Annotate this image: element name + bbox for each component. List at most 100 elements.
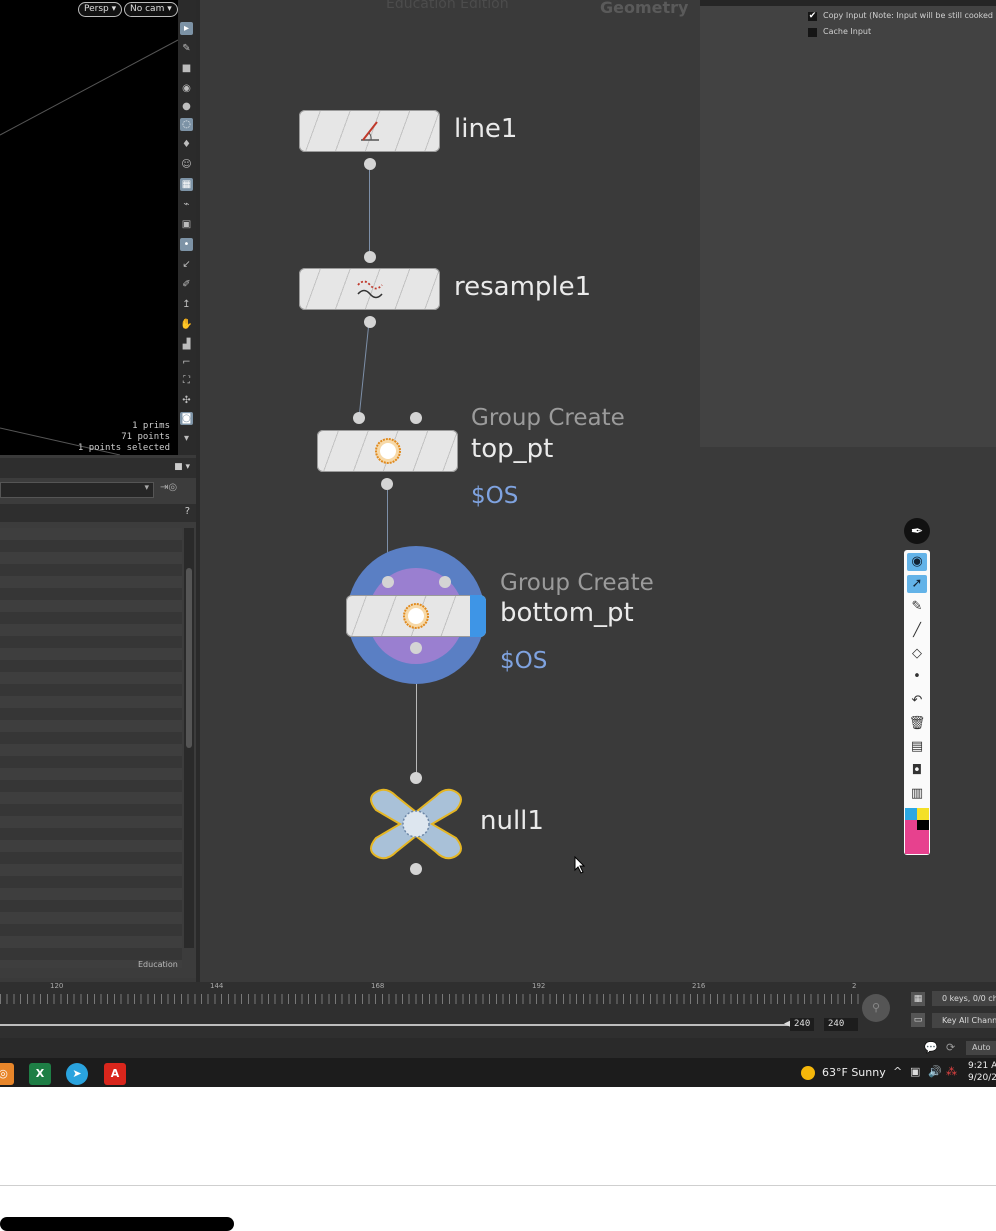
node-top_pt[interactable] bbox=[317, 430, 458, 472]
stamp-icon[interactable]: ▟ bbox=[180, 338, 193, 351]
display-flag[interactable] bbox=[470, 595, 486, 637]
node-line1[interactable] bbox=[299, 110, 440, 152]
table-scrollbar[interactable] bbox=[184, 528, 194, 948]
key-all-channels-button[interactable]: Key All Channe bbox=[932, 1013, 996, 1028]
light-icon[interactable]: ◌ bbox=[180, 118, 193, 131]
network-icon[interactable]: ▣ bbox=[910, 1065, 920, 1078]
chevron-up-icon[interactable]: ^ bbox=[893, 1065, 902, 1078]
scene-viewport[interactable]: Persp ▾ No cam ▾ 1 prims 71 points 1 poi… bbox=[0, 0, 178, 455]
end-frame-field[interactable]: 240 bbox=[790, 1018, 815, 1031]
output-port[interactable] bbox=[364, 158, 376, 170]
timeline[interactable]: 120 144 168 192 216 2 ◀ 240 240 ⚲ ▦ ▭ 0 … bbox=[0, 982, 996, 1038]
camera-icon[interactable]: ◘ bbox=[907, 762, 927, 780]
arrow-icon[interactable]: ↙ bbox=[180, 258, 193, 271]
color-swatch-cyan[interactable] bbox=[905, 808, 917, 820]
refresh-icon[interactable]: ⟳ bbox=[946, 1041, 955, 1054]
black-bar bbox=[0, 1217, 234, 1231]
auto-update-button[interactable]: Auto bbox=[966, 1041, 996, 1055]
eye-icon[interactable]: ◉ bbox=[180, 82, 193, 95]
help-icon[interactable]: ? bbox=[185, 506, 190, 517]
brush-icon[interactable]: ⌁ bbox=[180, 198, 193, 211]
input-port-1[interactable] bbox=[382, 576, 394, 588]
weather-text[interactable]: 63°F Sunny bbox=[822, 1066, 886, 1079]
clock[interactable]: 9:21 A 9/20/2 bbox=[968, 1060, 996, 1084]
input-port[interactable] bbox=[364, 251, 376, 263]
pane-menu-icon[interactable]: ■ ▾ bbox=[174, 462, 190, 472]
bulb-icon[interactable]: ♦ bbox=[180, 138, 193, 151]
pane-subheader: ? bbox=[0, 504, 196, 522]
houdini-app-icon[interactable]: ◎ bbox=[0, 1063, 14, 1085]
current-color[interactable] bbox=[905, 830, 929, 854]
display-icon[interactable]: ◙ bbox=[180, 412, 193, 425]
output-port[interactable] bbox=[364, 316, 376, 328]
color-swatch-magenta[interactable] bbox=[905, 820, 917, 830]
input-port[interactable] bbox=[410, 772, 422, 784]
key-icon[interactable]: ⚲ bbox=[862, 994, 890, 1022]
wire-resample1-top_pt[interactable] bbox=[355, 322, 375, 418]
volume-icon[interactable]: 🔊 bbox=[928, 1065, 942, 1078]
pointer-icon[interactable]: ➚ bbox=[907, 575, 927, 593]
info-icon[interactable]: ▾ bbox=[180, 432, 193, 445]
clipboard-icon[interactable]: ▥ bbox=[907, 785, 927, 803]
output-port[interactable] bbox=[381, 478, 393, 490]
viewport-geometry-lines bbox=[0, 39, 178, 455]
input-port-2[interactable] bbox=[410, 412, 422, 424]
pen-icon[interactable]: ✐ bbox=[180, 278, 193, 291]
grid-icon[interactable]: ▦ bbox=[180, 178, 193, 191]
output-port[interactable] bbox=[410, 642, 422, 654]
tick-label: 216 bbox=[692, 982, 706, 990]
input-port-1[interactable] bbox=[353, 412, 365, 424]
wire-line1-resample1[interactable] bbox=[369, 170, 370, 256]
eye-icon[interactable]: ◉ bbox=[907, 553, 927, 571]
frame-ruler[interactable] bbox=[0, 994, 860, 1004]
mouse-cursor-icon bbox=[574, 856, 586, 874]
eraser-icon[interactable]: ◇ bbox=[907, 645, 927, 663]
color-swatch-black[interactable] bbox=[917, 820, 929, 830]
frame-icon[interactable]: ⛶ bbox=[180, 374, 193, 387]
chevron-down-icon: ▾ bbox=[144, 483, 149, 493]
pin-icon[interactable]: ⇥◎ bbox=[160, 482, 177, 493]
pen-icon[interactable]: ╱ bbox=[907, 622, 927, 640]
node-type-bottom_pt: Group Create bbox=[500, 570, 654, 596]
time-text: 9:21 A bbox=[968, 1061, 996, 1071]
playback-range-bar[interactable] bbox=[0, 1024, 790, 1026]
undo-icon[interactable]: ↶ bbox=[907, 692, 927, 710]
cache-input-checkbox[interactable] bbox=[808, 28, 817, 37]
node-bottom_pt[interactable] bbox=[346, 595, 486, 637]
sphere-icon[interactable]: ● bbox=[180, 100, 193, 113]
telegram-icon[interactable]: ➤ bbox=[66, 1063, 88, 1085]
keyframe-icon[interactable]: ▦ bbox=[911, 992, 925, 1006]
hand-icon[interactable]: ✋ bbox=[180, 318, 193, 331]
pose-icon[interactable]: ✎ bbox=[180, 42, 193, 55]
excel-icon[interactable]: X bbox=[29, 1063, 51, 1085]
marker-icon[interactable]: ✎ bbox=[907, 598, 927, 616]
channel-icon[interactable]: ▭ bbox=[911, 1013, 925, 1027]
corner-icon[interactable]: ⌐ bbox=[180, 356, 193, 369]
node-resample1[interactable] bbox=[299, 268, 440, 310]
camera-menu[interactable]: No cam ▾ bbox=[124, 2, 178, 17]
attribute-table[interactable] bbox=[0, 528, 182, 968]
lock-icon[interactable]: ■ bbox=[180, 62, 193, 75]
node-null1[interactable] bbox=[362, 786, 470, 862]
path-field[interactable]: ▾ bbox=[0, 482, 154, 498]
node-name-line1: line1 bbox=[454, 114, 518, 144]
board-icon[interactable]: ▤ bbox=[907, 738, 927, 756]
select-icon[interactable]: ▸ bbox=[180, 22, 193, 35]
copy-input-checkbox[interactable]: ✔ bbox=[808, 12, 817, 21]
annotation-pen-icon[interactable]: ✒ bbox=[904, 518, 930, 544]
nav-icon[interactable]: ✣ bbox=[180, 394, 193, 407]
person-icon[interactable]: ☺ bbox=[180, 158, 193, 171]
trash-icon[interactable]: 🗑 bbox=[907, 715, 927, 733]
acrobat-icon[interactable]: A bbox=[104, 1063, 126, 1085]
measure-icon[interactable]: ↥ bbox=[180, 298, 193, 311]
perspective-menu[interactable]: Persp ▾ bbox=[78, 2, 123, 17]
chat-icon[interactable]: 💬 bbox=[924, 1041, 938, 1054]
point-icon[interactable]: • bbox=[180, 238, 193, 251]
language-icon[interactable]: ⁂ bbox=[946, 1065, 957, 1078]
range-end-field[interactable]: 240 bbox=[824, 1018, 858, 1031]
input-port-2[interactable] bbox=[439, 576, 451, 588]
camera-icon[interactable]: ▣ bbox=[180, 218, 193, 231]
dot-icon[interactable]: • bbox=[907, 668, 927, 686]
color-swatch-yellow[interactable] bbox=[917, 808, 929, 820]
output-port[interactable] bbox=[410, 863, 422, 875]
